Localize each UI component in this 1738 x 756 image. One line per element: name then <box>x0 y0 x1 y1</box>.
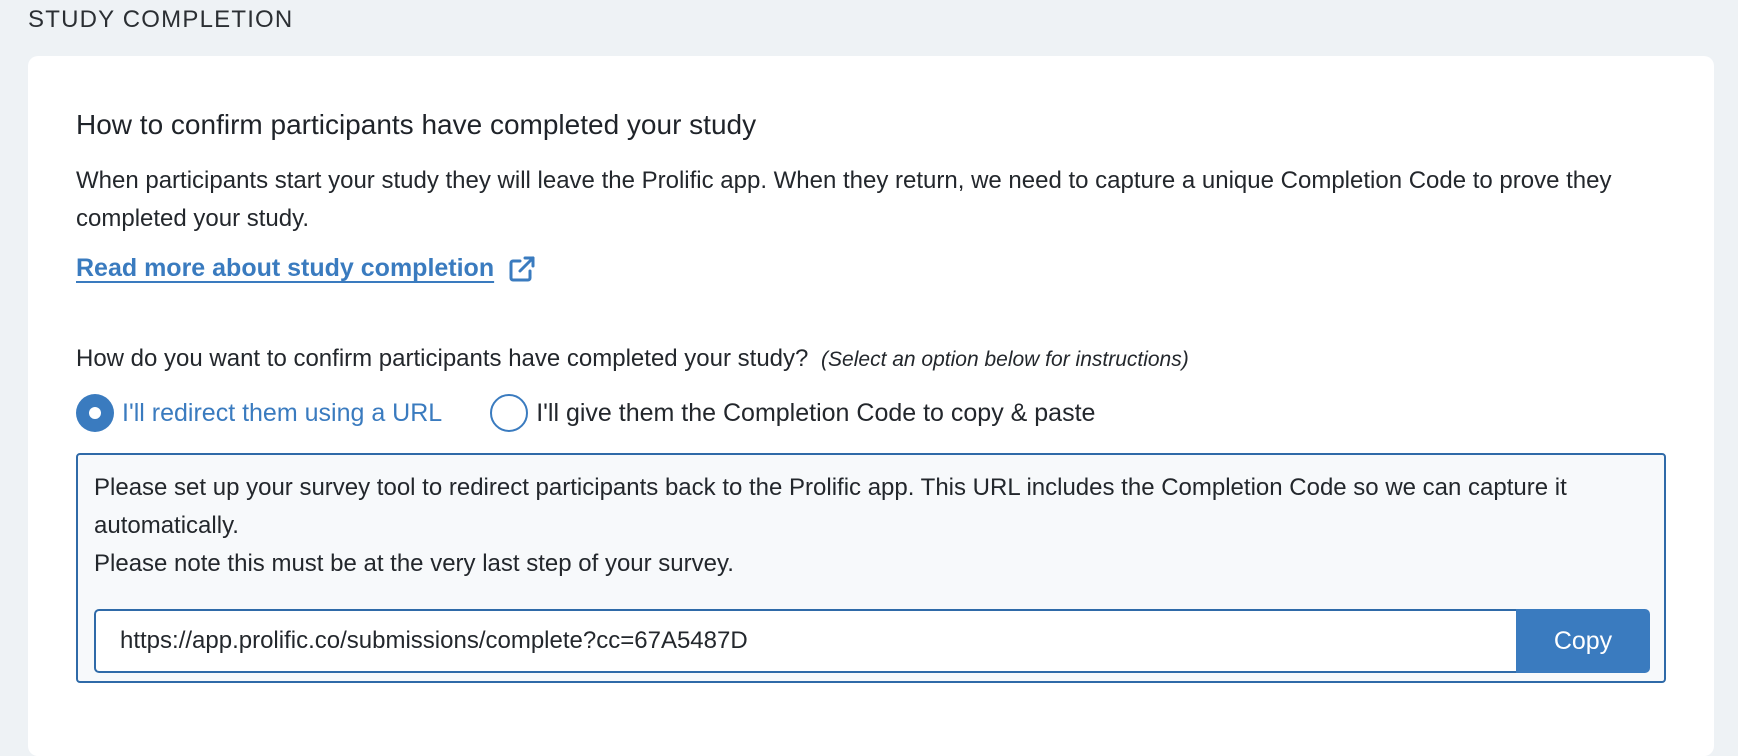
option-copy-paste-code[interactable]: I'll give them the Completion Code to co… <box>490 394 1095 432</box>
copy-button[interactable]: Copy <box>1516 609 1650 673</box>
read-more-label: Read more about study completion <box>76 254 495 282</box>
completion-question: How do you want to confirm participants … <box>76 345 1189 373</box>
intro-text: When participants start your study they … <box>76 167 1612 232</box>
completion-url-row: Copy <box>94 609 1650 673</box>
radio-copy-paste-code[interactable] <box>490 394 529 432</box>
external-link-icon <box>508 255 536 283</box>
redirect-instructions-panel: Please set up your survey tool to redire… <box>76 453 1666 683</box>
option-redirect-url-label[interactable]: I'll redirect them using a URL <box>122 399 442 428</box>
completion-url-input[interactable] <box>94 609 1516 673</box>
section-label: STUDY COMPLETION <box>28 6 294 33</box>
read-more-link[interactable]: Read more about study completion <box>76 254 536 283</box>
card-title: How to confirm participants have complet… <box>76 109 757 140</box>
option-redirect-url[interactable]: I'll redirect them using a URL <box>76 394 442 432</box>
study-completion-card: How to confirm participants have complet… <box>28 56 1714 756</box>
instructions-line-1: Please set up your survey tool to redire… <box>94 474 1567 539</box>
question-hint: (Select an option below for instructions… <box>821 348 1189 371</box>
radio-redirect-url[interactable] <box>76 394 114 432</box>
question-text: How do you want to confirm participants … <box>76 345 809 372</box>
completion-options: I'll redirect them using a URL I'll give… <box>76 394 1095 432</box>
instructions-line-2: Please note this must be at the very las… <box>94 550 734 577</box>
option-copy-paste-code-label[interactable]: I'll give them the Completion Code to co… <box>536 399 1095 428</box>
instructions-text: Please set up your survey tool to redire… <box>94 469 1644 583</box>
